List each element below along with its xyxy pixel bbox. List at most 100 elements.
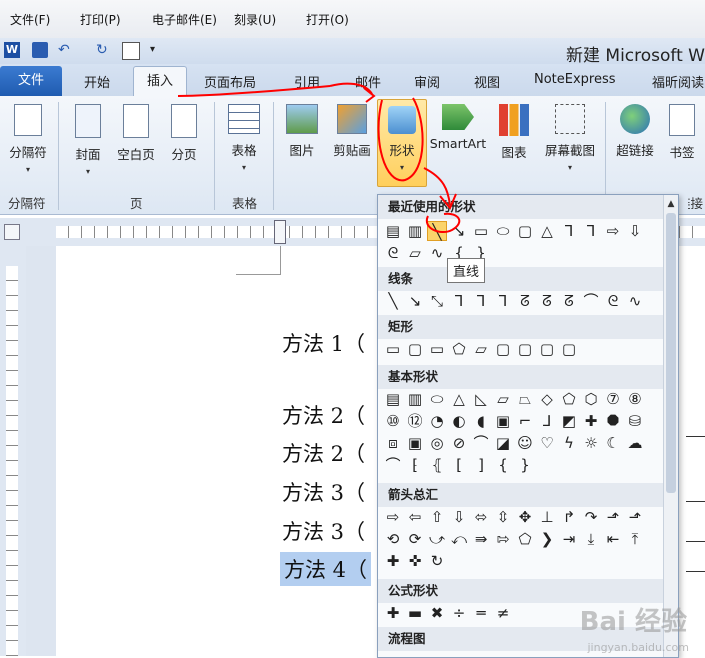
tab-selector-icon[interactable]	[4, 224, 20, 240]
moon-shape-icon[interactable]: ☾	[603, 433, 623, 453]
rounded-rect-shape-icon[interactable]: ▢	[515, 221, 535, 241]
u-turn-arrow-shape-icon[interactable]: ↷	[581, 507, 601, 527]
customize-qat-icon[interactable]: ▾	[150, 42, 166, 58]
equal-shape-icon[interactable]: ═	[471, 603, 491, 623]
bevel-shape-icon[interactable]: ▣	[405, 433, 425, 453]
bent-arrow-shape-icon[interactable]: ↱	[559, 507, 579, 527]
screenshot-button[interactable]: 屏幕截图 ▾	[540, 104, 600, 172]
textbox-shape-icon[interactable]: ▤	[383, 221, 403, 241]
tab-foxit[interactable]: 福昕阅读	[652, 72, 704, 91]
octagon-shape-icon[interactable]: ⑧	[625, 389, 645, 409]
shapes-button[interactable]: 形状 ▾	[377, 99, 427, 187]
pentagon-shape-icon[interactable]: ⬠	[559, 389, 579, 409]
vertical-ruler[interactable]	[0, 246, 27, 656]
parallelogram-shape-icon[interactable]: ▱	[493, 389, 513, 409]
curve-shape-icon[interactable]: ⌒	[581, 291, 601, 311]
curved-up-arrow-shape-icon[interactable]: ⤻	[427, 529, 447, 549]
left-up-arrow-shape-icon[interactable]: ⬏	[603, 507, 623, 527]
hyperlink-button[interactable]: 超链接	[611, 104, 659, 159]
rectangle-shape-icon[interactable]: ▭	[383, 339, 403, 359]
can-shape-icon[interactable]: ⛁	[625, 411, 645, 431]
undo-icon[interactable]: ↶	[58, 42, 74, 58]
elbow-double-arrow-shape-icon[interactable]: ⅂	[493, 291, 513, 311]
print-preview-icon[interactable]	[122, 42, 140, 60]
tab-noteexpress[interactable]: NoteExpress	[534, 72, 616, 87]
tab-home[interactable]: 开始	[84, 72, 110, 91]
right-arrow-shape-icon[interactable]: ⇨	[603, 221, 623, 241]
freeform-shape-icon[interactable]: ᘓ	[383, 243, 403, 263]
scroll-thumb[interactable]	[666, 213, 676, 493]
left-brace-shape-icon[interactable]: {	[493, 455, 513, 475]
smartart-button[interactable]: SmartArt	[428, 104, 488, 151]
down-arrow-callout-shape-icon[interactable]: ⤓	[581, 529, 601, 549]
shapes-scrollbar[interactable]: ▲	[663, 195, 678, 657]
clipart-button[interactable]: 剪贴画	[328, 104, 376, 159]
line-shape-icon[interactable]: ╲	[427, 221, 447, 241]
menu-print[interactable]: 打印(P)	[80, 11, 121, 28]
elbow-arrow-shape-icon[interactable]: ⅂	[471, 291, 491, 311]
round-diagonal-rect-shape-icon[interactable]: ▢	[559, 339, 579, 359]
right-brace-shape-icon[interactable]: }	[515, 455, 535, 475]
teardrop-shape-icon[interactable]: ◖	[471, 411, 491, 431]
indent-marker-icon[interactable]	[274, 220, 286, 244]
table-button[interactable]: 表格 ▾	[222, 104, 266, 172]
page-break-button[interactable]: 分隔符 ▾	[4, 104, 52, 174]
oval-shape-icon[interactable]: ⬭	[427, 389, 447, 409]
curved-down-arrow-shape-icon[interactable]: ⤺	[449, 529, 469, 549]
vertical-textbox-shape-icon[interactable]: ▥	[405, 221, 425, 241]
redo-icon[interactable]: ↻	[96, 42, 112, 58]
hexagon-shape-icon[interactable]: ⬡	[581, 389, 601, 409]
pie-shape-icon[interactable]: ◔	[427, 411, 447, 431]
tab-page-layout[interactable]: 页面布局	[204, 72, 256, 91]
decagon-shape-icon[interactable]: ⑩	[383, 411, 403, 431]
word-logo-icon[interactable]: W	[4, 42, 20, 58]
curved-arrow-shape-icon[interactable]: ᘔ	[537, 291, 557, 311]
curved-connector-shape-icon[interactable]: ᘔ	[515, 291, 535, 311]
menu-open[interactable]: 打开(O)	[306, 11, 349, 28]
heart-shape-icon[interactable]: ♡	[537, 433, 557, 453]
snip-round-rect-shape-icon[interactable]: ▢	[493, 339, 513, 359]
freeform-shape-icon[interactable]: ᘓ	[603, 291, 623, 311]
doc-line-3[interactable]: 方法 2（	[282, 438, 365, 468]
tab-references[interactable]: 引用	[294, 72, 320, 91]
elbow-arrow-shape-icon[interactable]: ⅂	[581, 221, 601, 241]
tab-file[interactable]: 文件	[0, 66, 62, 96]
right-bracket-shape-icon[interactable]: ]	[471, 455, 491, 475]
double-brace-shape-icon[interactable]: ⦃	[427, 455, 447, 475]
left-bracket-shape-icon[interactable]: [	[449, 455, 469, 475]
triangle-shape-icon[interactable]: △	[537, 221, 557, 241]
circular-arrow-shape-icon[interactable]: ↻	[427, 551, 447, 571]
doc-line-6-selected[interactable]: 方法 4（	[280, 552, 372, 586]
doc-line-5[interactable]: 方法 3（	[282, 516, 365, 546]
doc-line-2[interactable]: 方法 2（	[282, 400, 365, 430]
rounded-rect-shape-icon[interactable]: ▢	[405, 339, 425, 359]
plus-shape-icon[interactable]: ✚	[383, 603, 403, 623]
menu-file[interactable]: 文件(F)	[10, 11, 50, 28]
l-shape-icon[interactable]: ⅃	[537, 411, 557, 431]
menu-burn[interactable]: 刻录(U)	[234, 11, 276, 28]
double-arrow-shape-icon[interactable]: ⤡	[427, 291, 447, 311]
down-arrow-shape-icon[interactable]: ⇩	[449, 507, 469, 527]
curved-left-arrow-shape-icon[interactable]: ⟳	[405, 529, 425, 549]
no-symbol-shape-icon[interactable]: ⊘	[449, 433, 469, 453]
tab-insert[interactable]: 插入	[133, 66, 187, 97]
chord-shape-icon[interactable]: ◐	[449, 411, 469, 431]
elbow-connector-shape-icon[interactable]: ⅂	[559, 221, 579, 241]
not-equal-shape-icon[interactable]: ≠	[493, 603, 513, 623]
divide-shape-icon[interactable]: ÷	[449, 603, 469, 623]
curved-double-arrow-shape-icon[interactable]: ᘔ	[559, 291, 579, 311]
frame-shape-icon[interactable]: ▣	[493, 411, 513, 431]
diamond-shape-icon[interactable]: ◇	[537, 389, 557, 409]
tab-mailings[interactable]: 邮件	[355, 72, 381, 91]
up-arrow-callout-shape-icon[interactable]: ⤒	[625, 529, 645, 549]
cloud-shape-icon[interactable]: ☁	[625, 433, 645, 453]
up-arrow-shape-icon[interactable]: ⇧	[427, 507, 447, 527]
cube-shape-icon[interactable]: ⧈	[383, 433, 403, 453]
bookmark-button[interactable]: 书签	[662, 104, 702, 161]
arc-shape-icon[interactable]: ⌒	[383, 455, 403, 475]
donut-shape-icon[interactable]: ◎	[427, 433, 447, 453]
smiley-face-shape-icon[interactable]: ☺	[515, 433, 535, 453]
cross-shape-icon[interactable]: ✚	[581, 411, 601, 431]
double-bracket-shape-icon[interactable]: ⁅	[405, 455, 425, 475]
menu-email[interactable]: 电子邮件(E)	[152, 11, 217, 28]
